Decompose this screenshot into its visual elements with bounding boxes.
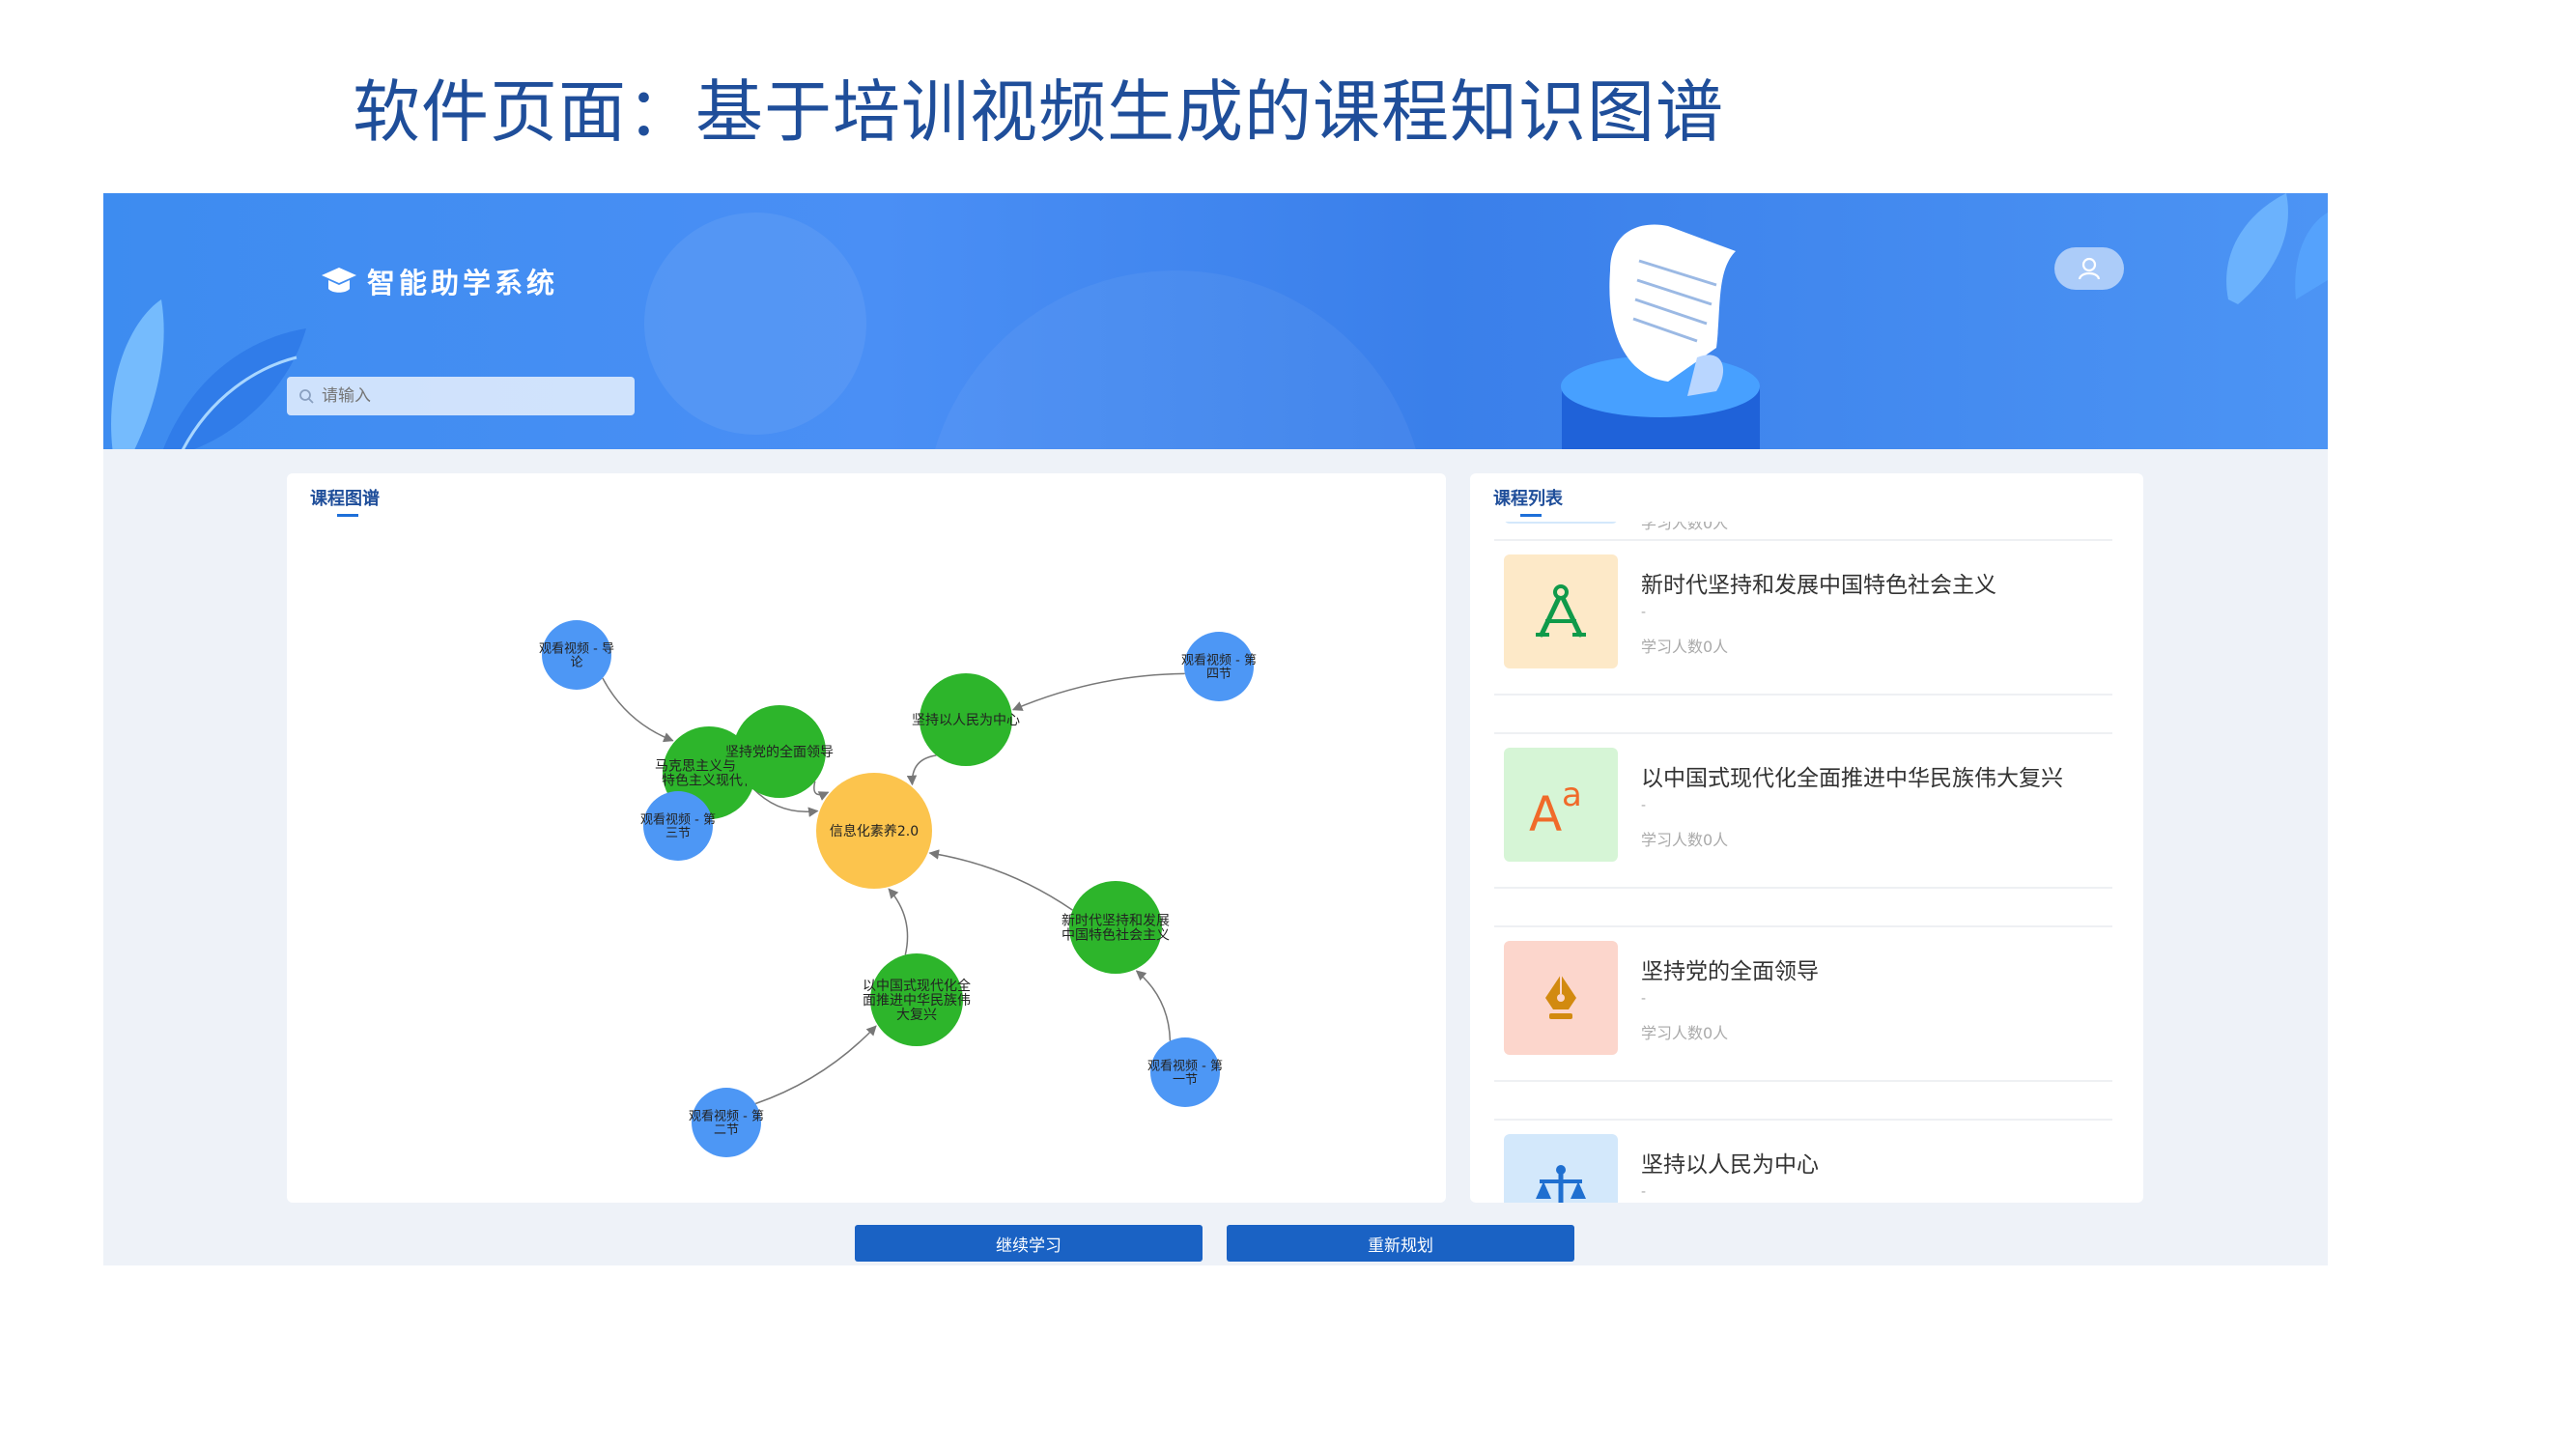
- graph-edge: [602, 677, 674, 743]
- document-cylinder-illustration: [1561, 224, 1760, 449]
- graph-node-label: 坚持以人民为中心: [912, 713, 1020, 728]
- leaf-decoration-right: [2226, 193, 2328, 304]
- course-list[interactable]: 学习人数0人 新时代坚持和发展中国特色社会主义 - 学习人数0人 Aa 以中国式现代化全…: [1494, 522, 2112, 1203]
- course-thumbnail: [1504, 941, 1618, 1055]
- graph-node-label: 面推进中华民族伟: [863, 993, 971, 1009]
- graph-node-label: 以中国式现代化全: [863, 978, 971, 994]
- graph-node-label: 观看视频 - 第: [1147, 1059, 1223, 1074]
- course-description: -: [1641, 991, 1647, 1007]
- course-description: -: [1641, 605, 1647, 620]
- compass-icon: [1536, 584, 1586, 638]
- leaf-decoration-left: [111, 299, 306, 449]
- search-icon: [299, 389, 314, 404]
- graph-node-label: 一节: [1173, 1073, 1198, 1088]
- scales-icon: [1536, 1165, 1586, 1203]
- graph-node-label: 新时代坚持和发展: [1062, 913, 1170, 928]
- course-thumb-partial: [1504, 522, 1618, 524]
- course-list-panel: 课程列表 学习人数0人 新时代坚持和发展中国特色社会主义 - 学习人数0人 Aa 以中国…: [1470, 473, 2143, 1203]
- course-learner-count: 学习人数0人: [1641, 831, 1729, 849]
- graph-node-label: 观看视频 - 导: [539, 641, 614, 657]
- graph-node-label: 观看视频 - 第: [1181, 653, 1257, 668]
- graph-node-label: 中国特色社会主义: [1062, 926, 1170, 943]
- course-item[interactable]: 新时代坚持和发展中国特色社会主义 - 学习人数0人: [1494, 541, 2112, 694]
- graph-node-label: 四节: [1206, 668, 1231, 682]
- knowledge-graph[interactable]: 马克思主义与中国特色主义现代化坚持党的全面领导坚持以人民为中心新时代坚持和发展中…: [287, 473, 1446, 1203]
- course-item[interactable]: Aa 以中国式现代化全面推进中华民族伟大复兴 - 学习人数0人: [1494, 734, 2112, 887]
- course-item[interactable]: 坚持党的全面领导 - 学习人数0人: [1494, 927, 2112, 1080]
- graph-node-label: 大复兴: [896, 1007, 937, 1023]
- svg-text:A: A: [1529, 786, 1562, 838]
- course-description: -: [1641, 798, 1647, 813]
- app-name: 智能助学系统: [367, 267, 559, 299]
- graph-node-label: 二节: [714, 1123, 739, 1138]
- graph-edge: [813, 781, 830, 801]
- graph-edge: [888, 888, 909, 955]
- graph-node-label: 观看视频 - 第: [640, 812, 716, 828]
- graph-edge: [1135, 970, 1172, 1041]
- course-thumbnail: Aa: [1504, 748, 1618, 862]
- graph-edge: [755, 1025, 877, 1105]
- course-name[interactable]: 新时代坚持和发展中国特色社会主义: [1641, 566, 1996, 599]
- course-name[interactable]: 以中国式现代化全面推进中华民族伟大复兴: [1641, 759, 2063, 792]
- list-panel-title: 课程列表: [1493, 485, 1563, 517]
- course-item-partial[interactable]: 学习人数0人: [1494, 522, 2112, 541]
- svg-text:a: a: [1562, 776, 1582, 814]
- course-thumbnail: [1504, 554, 1618, 668]
- course-learner-count: 学习人数0人: [1641, 1024, 1729, 1042]
- graph-node-label: 论: [570, 656, 582, 670]
- course-description: -: [1641, 1184, 1647, 1200]
- user-avatar-button[interactable]: [2054, 247, 2124, 290]
- graph-node-label: 坚持党的全面领导: [725, 744, 834, 760]
- graph-node-label: 三节: [665, 827, 691, 841]
- graph-edge: [1011, 672, 1185, 711]
- course-graph-panel: 课程图谱 马克思主义与中国 特色主义现代化 坚持党的全面领导 坚持以人民为中心 新时代坚…: [287, 473, 1446, 1203]
- graduation-cap-icon: [322, 268, 356, 293]
- slide-title: 软件页面：基于培训视频生成的课程知识图谱: [353, 72, 1724, 152]
- course-count-partial: 学习人数0人: [1641, 522, 1729, 532]
- center-node-label: 信息化素养2.0: [830, 823, 919, 839]
- course-thumbnail: [1504, 1134, 1618, 1203]
- font-size-icon: Aa: [1529, 776, 1582, 838]
- continue-learning-button[interactable]: 继续学习: [855, 1225, 1203, 1262]
- search-input[interactable]: [320, 385, 613, 407]
- course-learner-count: 学习人数0人: [1641, 638, 1729, 656]
- replan-button[interactable]: 重新规划: [1227, 1225, 1574, 1262]
- course-item[interactable]: 坚持以人民为中心-学习人数0人: [1494, 1121, 2112, 1203]
- graph-node-label: 观看视频 - 第: [689, 1109, 764, 1124]
- search-box[interactable]: [287, 377, 635, 415]
- course-name[interactable]: 坚持党的全面领导: [1641, 952, 1819, 985]
- user-icon: [2078, 257, 2101, 280]
- graph-edge: [928, 849, 1073, 911]
- app-screenshot: 智能助学系统 课程图谱 马克思主义与中国特色主义现代化坚持党的全面领导坚持以人民…: [103, 193, 2328, 1265]
- app-logo[interactable]: 智能助学系统: [321, 261, 558, 301]
- pen-nib-icon: [1545, 975, 1576, 1019]
- header-banner: 智能助学系统: [103, 193, 2328, 449]
- course-name[interactable]: 坚持以人民为中心: [1641, 1146, 1819, 1179]
- graph-edge: [906, 754, 937, 786]
